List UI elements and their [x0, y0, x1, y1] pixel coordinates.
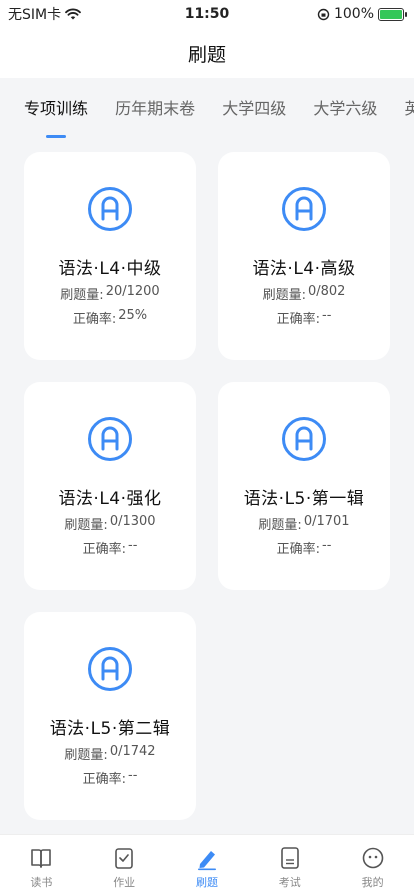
homework-icon — [115, 848, 133, 869]
card-count-row: 刷题量: 0/1742 — [64, 744, 155, 763]
count-value: 20/1200 — [105, 284, 160, 299]
card-accuracy-row: 正确率: -- — [83, 538, 138, 557]
accuracy-label: 正确率: — [82, 542, 126, 557]
accuracy-label: 正确率: — [276, 312, 320, 327]
card-accuracy-row: 正确率: -- — [277, 308, 332, 327]
grammar-a-icon — [88, 187, 132, 231]
tab-cet6[interactable]: 大学六级 — [313, 78, 377, 140]
grammar-a-icon — [282, 187, 326, 231]
tabbar-item-homework[interactable]: 作业 — [83, 835, 165, 890]
tab-english-major[interactable]: 英语专 — [404, 78, 414, 140]
card-title: 语法·L5·第一辑 — [243, 489, 365, 509]
card-count-row: 刷题量: 20/1200 — [60, 284, 159, 303]
tabbar-label: 我的 — [361, 876, 384, 889]
accuracy-value: -- — [128, 768, 138, 783]
card-title: 语法·L5·第二辑 — [49, 719, 171, 739]
page-title: 刷题 — [187, 43, 226, 66]
category-tabs: 专项训练 历年期末卷 大学四级 大学六级 英语专 — [0, 78, 414, 140]
book-icon — [31, 849, 52, 868]
practice-card[interactable]: 语法·L4·高级 刷题量: 0/802 正确率: -- — [218, 152, 390, 360]
practice-card[interactable]: 语法·L5·第二辑 刷题量: 0/1742 正确率: -- — [24, 612, 196, 820]
tab-special-training[interactable]: 专项训练 — [24, 78, 88, 140]
grammar-a-icon — [88, 417, 132, 461]
carrier-label: 无SIM卡 — [8, 7, 62, 23]
tab-cet4[interactable]: 大学四级 — [222, 78, 286, 140]
card-title: 语法·L4·强化 — [58, 489, 162, 509]
practice-card-grid: 语法·L4·中级 刷题量: 20/1200 正确率: 25% 语法·L4·高级 … — [24, 152, 390, 820]
count-label: 刷题量: — [64, 748, 108, 763]
count-label: 刷题量: — [262, 288, 306, 303]
nav-bar: 刷题 — [0, 28, 414, 78]
battery-percent: 100% — [333, 6, 374, 22]
status-bar: 无SIM卡 11:50 100% — [0, 0, 414, 28]
card-accuracy-row: 正确率: -- — [83, 768, 138, 787]
card-accuracy-row: 正确率: 25% — [73, 308, 147, 327]
count-value: 0/1300 — [109, 514, 156, 529]
wifi-icon — [65, 8, 82, 20]
card-count-row: 刷题量: 0/1701 — [258, 514, 349, 533]
tabbar-item-exam[interactable]: 考试 — [249, 835, 331, 890]
tabbar-item-practice[interactable]: 刷题 — [166, 835, 248, 890]
bottom-tab-bar: 读书 作业 刷题 考试 我的 — [0, 834, 414, 896]
practice-card[interactable]: 语法·L4·强化 刷题量: 0/1300 正确率: -- — [24, 382, 196, 590]
practice-card[interactable]: 语法·L4·中级 刷题量: 20/1200 正确率: 25% — [24, 152, 196, 360]
tabbar-label: 作业 — [113, 876, 136, 889]
status-left: 无SIM卡 — [8, 4, 82, 24]
tabbar-item-reading[interactable]: 读书 — [0, 835, 82, 890]
accuracy-label: 正确率: — [276, 542, 320, 557]
tabbar-item-profile[interactable]: 我的 — [332, 835, 414, 890]
accuracy-value: -- — [322, 308, 332, 323]
accuracy-value: 25% — [118, 308, 148, 323]
card-title: 语法·L4·中级 — [58, 259, 162, 279]
tab-past-finals[interactable]: 历年期末卷 — [115, 78, 195, 140]
exam-icon — [280, 847, 299, 869]
count-value: 0/1742 — [109, 744, 156, 759]
tabbar-label: 刷题 — [195, 876, 218, 889]
tabbar-label: 考试 — [278, 876, 301, 889]
card-accuracy-row: 正确率: -- — [277, 538, 332, 557]
count-value: 0/802 — [307, 284, 346, 299]
card-count-row: 刷题量: 0/802 — [263, 284, 346, 303]
pen-icon — [197, 851, 216, 871]
tabbar-label: 读书 — [30, 876, 53, 889]
grammar-a-icon — [88, 647, 132, 691]
card-count-row: 刷题量: 0/1300 — [64, 514, 155, 533]
count-label: 刷题量: — [60, 288, 104, 303]
accuracy-label: 正确率: — [72, 312, 117, 327]
count-value: 0/1701 — [303, 514, 350, 529]
battery-icon — [378, 7, 407, 21]
practice-card[interactable]: 语法·L5·第一辑 刷题量: 0/1701 正确率: -- — [218, 382, 390, 590]
card-title: 语法·L4·高级 — [252, 259, 356, 279]
accuracy-value: -- — [322, 538, 332, 553]
accuracy-label: 正确率: — [82, 772, 126, 787]
profile-icon — [362, 847, 383, 869]
orientation-lock-icon — [317, 8, 330, 20]
accuracy-value: -- — [128, 538, 138, 553]
status-right: 100% — [317, 6, 407, 22]
grammar-a-icon — [282, 417, 326, 461]
count-label: 刷题量: — [64, 518, 108, 533]
count-label: 刷题量: — [258, 518, 302, 533]
